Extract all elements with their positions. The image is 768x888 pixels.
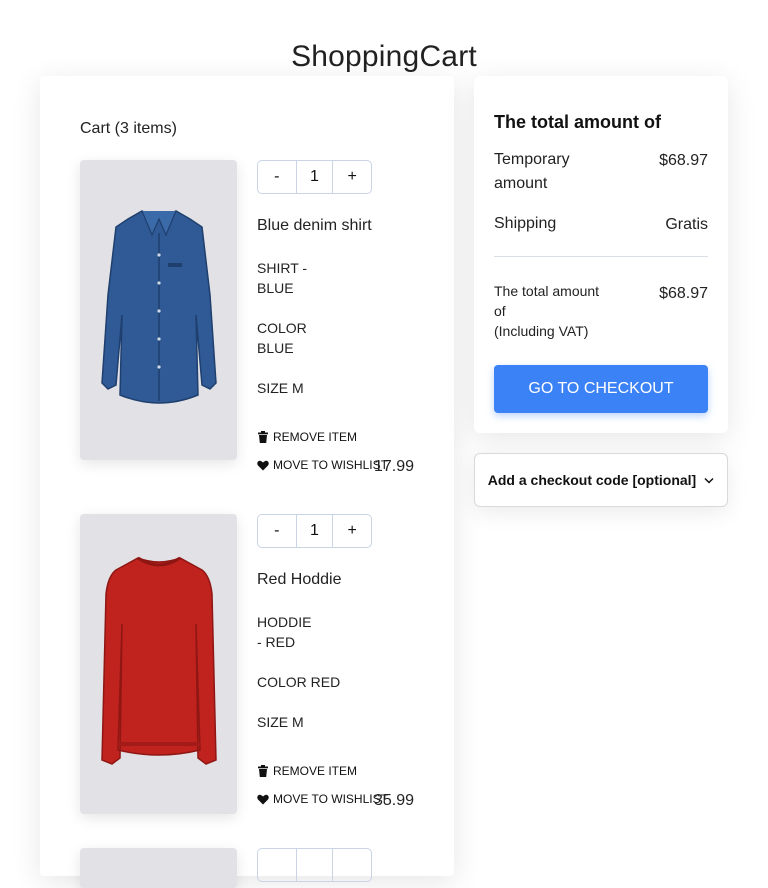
go-to-checkout-button[interactable]: GO TO CHECKOUT	[494, 365, 708, 413]
order-summary-panel: The total amount of Temporary amount $68…	[474, 76, 728, 433]
temporary-amount-value: $68.97	[659, 152, 708, 169]
decrease-button[interactable]: -	[258, 515, 296, 547]
item-color: COLOR RED	[257, 674, 341, 690]
cart-panel: Cart (3 items) - 1 + Blue denim shirt SH…	[40, 76, 454, 888]
item-type: HODDIE - RED	[257, 614, 312, 650]
heart-icon	[257, 460, 269, 470]
quantity-stepper[interactable]: - 1 +	[257, 160, 372, 194]
move-to-wishlist-button[interactable]: MOVE TO WISHLIST	[257, 792, 388, 806]
chevron-down-icon	[704, 477, 714, 484]
product-image-red-hoodie[interactable]	[80, 514, 237, 814]
quantity-value[interactable]: 1	[295, 161, 334, 193]
shirt-image	[100, 210, 217, 404]
summary-title: The total amount of	[494, 112, 661, 132]
quantity-stepper[interactable]	[257, 848, 372, 882]
remove-item-button[interactable]: REMOVE ITEM	[257, 430, 357, 444]
item-price: 35.99	[374, 792, 415, 809]
move-to-wishlist-button[interactable]: MOVE TO WISHLIST	[257, 458, 388, 472]
increase-button[interactable]: +	[333, 161, 371, 193]
summary-divider	[494, 256, 708, 257]
item-type: SHIRT - BLUE	[257, 260, 308, 296]
heart-icon	[257, 794, 269, 804]
remove-item-label: REMOVE ITEM	[273, 764, 358, 778]
quantity-stepper[interactable]: - 1 +	[257, 514, 372, 548]
remove-item-button[interactable]: REMOVE ITEM	[257, 764, 357, 778]
move-to-wishlist-label: MOVE TO WISHLIST	[273, 792, 388, 806]
item-color: COLOR BLUE	[257, 320, 307, 356]
increase-button[interactable]: +	[333, 515, 371, 547]
total-amount-value: $68.97	[659, 285, 708, 302]
shipping-label: Shipping	[494, 215, 557, 232]
cart-heading: Cart (3 items)	[80, 120, 177, 137]
hoodie-image	[100, 556, 217, 765]
total-amount-label-line2: (Including VAT)	[494, 323, 589, 339]
total-amount-label-line1: The total amount of	[494, 283, 600, 319]
temporary-amount-label: Temporary amount	[494, 151, 570, 192]
item-price: 17.99	[374, 458, 415, 475]
decrease-button[interactable]: -	[258, 161, 296, 193]
cart-item: - 1 + Red Hoddie HODDIE - RED COLOR RED …	[80, 514, 420, 814]
remove-item-label: REMOVE ITEM	[273, 430, 358, 444]
trash-icon	[258, 765, 268, 777]
cart-item	[80, 848, 420, 888]
page-title: ShoppingCart	[291, 40, 477, 73]
checkout-code-toggle[interactable]: Add a checkout code [optional]	[474, 453, 728, 507]
cart-item: - 1 + Blue denim shirt SHIRT - BLUE COLO…	[80, 160, 420, 475]
item-name: Blue denim shirt	[257, 217, 372, 234]
checkout-code-label: Add a checkout code [optional]	[487, 472, 697, 488]
item-size: SIZE M	[257, 380, 304, 396]
quantity-value[interactable]: 1	[295, 515, 334, 547]
shipping-value: Gratis	[665, 216, 708, 233]
item-name: Red Hoddie	[257, 571, 342, 588]
trash-icon	[258, 431, 268, 443]
move-to-wishlist-label: MOVE TO WISHLIST	[273, 458, 388, 472]
product-image-blue-shirt[interactable]	[80, 160, 237, 460]
total-amount-label: The total amount of (Including VAT)	[494, 281, 614, 341]
item-size: SIZE M	[257, 714, 304, 730]
product-image[interactable]	[80, 848, 237, 888]
